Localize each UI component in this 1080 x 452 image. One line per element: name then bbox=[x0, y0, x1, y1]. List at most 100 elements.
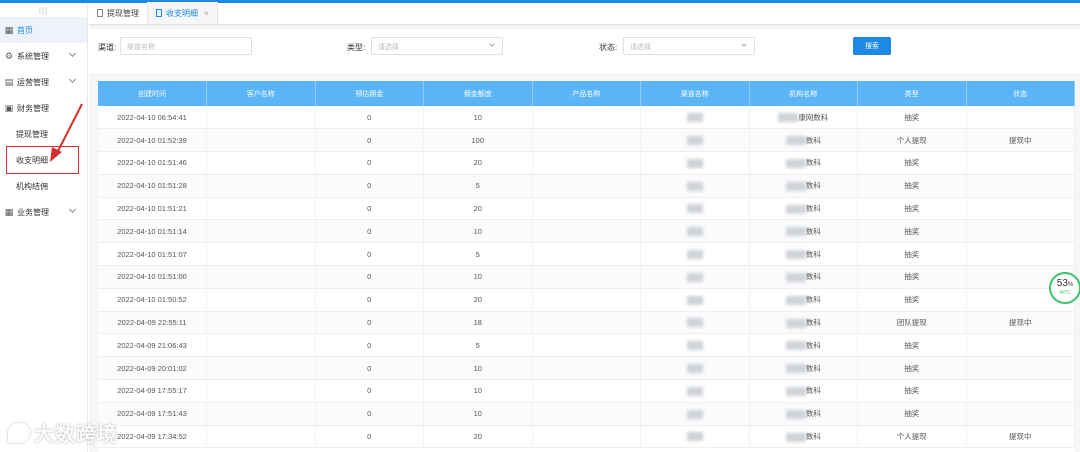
cell-estimated-commission: 0 bbox=[315, 379, 424, 403]
redacted-value bbox=[785, 386, 806, 396]
chevron-down-icon bbox=[741, 41, 747, 47]
redacted-value bbox=[785, 295, 806, 305]
status-select-placeholder: 请选择 bbox=[630, 44, 651, 51]
cell-org-name: 数科 bbox=[749, 311, 858, 335]
cell-estimated-commission: 0 bbox=[315, 219, 424, 244]
cell-org-name: 数科 bbox=[749, 174, 858, 198]
gear-icon: ⚙ bbox=[4, 50, 14, 61]
sidebar-collapse-handle[interactable]: ||| bbox=[0, 3, 87, 17]
cell-product-name bbox=[532, 242, 641, 267]
redacted-value bbox=[686, 432, 703, 442]
cell-estimated-commission: 0 bbox=[315, 311, 424, 335]
channel-input[interactable]: 渠道名称 bbox=[120, 37, 252, 55]
cell-type: 抽奖 bbox=[857, 379, 967, 403]
redacted-value bbox=[686, 272, 703, 282]
table-row[interactable]: 2022-04-10 01:51:07 0 5 数科 抽奖 bbox=[98, 242, 1075, 267]
cell-customer-name bbox=[206, 174, 316, 198]
cell-type: 抽奖 bbox=[857, 265, 967, 289]
cell-commission-amount: 20 bbox=[423, 197, 533, 221]
cell-commission-amount: 5 bbox=[423, 333, 533, 358]
cell-customer-name bbox=[206, 379, 316, 403]
cell-created-time: 2022-04-10 01:51:00 bbox=[98, 265, 207, 289]
redacted-value bbox=[686, 204, 703, 214]
cell-estimated-commission: 0 bbox=[315, 128, 424, 153]
cell-customer-name bbox=[206, 288, 316, 312]
sidebar-subitem-income-expense[interactable]: 收支明细 bbox=[6, 146, 79, 174]
watermark: 大数跨境 bbox=[8, 418, 118, 447]
table-row[interactable]: 2022-04-09 17:34:52 0 20 数科 个人提现 提现中 bbox=[98, 425, 1075, 449]
cell-commission-amount: 10 bbox=[423, 402, 533, 426]
cell-estimated-commission: 0 bbox=[315, 174, 424, 198]
cell-product-name bbox=[532, 174, 641, 198]
table-row[interactable]: 2022-04-10 01:51:14 0 10 数科 抽奖 bbox=[98, 219, 1075, 244]
sidebar-item-home[interactable]: ▦ 首页 bbox=[0, 17, 87, 43]
cell-type: 抽奖 bbox=[857, 333, 967, 358]
redacted-value bbox=[686, 341, 703, 351]
cell-product-name bbox=[532, 219, 641, 244]
table-row[interactable]: 2022-04-10 01:51:46 0 20 数科 抽奖 bbox=[98, 151, 1075, 175]
chevron-down-icon bbox=[489, 41, 495, 47]
table-row[interactable]: 2022-04-10 01:51:28 0 5 数科 抽奖 bbox=[98, 174, 1075, 198]
redacted-value bbox=[686, 181, 703, 191]
sidebar-item-business[interactable]: ▦ 业务管理 bbox=[0, 199, 87, 225]
table-row[interactable]: 2022-04-09 17:51:43 0 10 数科 抽奖 bbox=[98, 402, 1075, 426]
redacted-value bbox=[686, 363, 703, 373]
redacted-value bbox=[785, 204, 806, 214]
cell-channel-name bbox=[640, 288, 750, 312]
table-row[interactable]: 2022-04-10 01:50:52 0 20 数科 抽奖 bbox=[98, 288, 1075, 312]
cell-channel-name bbox=[640, 402, 750, 426]
table-row[interactable]: 2022-04-09 22:55:11 0 18 数科 团队提现 提现中 bbox=[98, 311, 1075, 335]
cell-status bbox=[966, 242, 1075, 267]
table-row[interactable]: 2022-04-10 06:54:41 0 10 康网数科 抽奖 bbox=[98, 106, 1075, 130]
sidebar-item-system[interactable]: ⚙ 系统管理 bbox=[0, 43, 87, 69]
cell-channel-name bbox=[640, 425, 750, 449]
document-icon bbox=[97, 9, 103, 17]
channel-label: 渠道: bbox=[98, 43, 117, 52]
column-header: 预估佣金 bbox=[315, 81, 424, 106]
cell-product-name bbox=[532, 106, 641, 130]
redacted-value bbox=[785, 136, 806, 146]
sidebar-subitem-commission[interactable]: 机构结佣 bbox=[0, 173, 87, 199]
cell-status bbox=[966, 106, 1075, 130]
type-label: 类型: bbox=[347, 43, 366, 52]
table-row[interactable]: 2022-04-09 20:01:02 0 10 数科 抽奖 bbox=[98, 356, 1075, 381]
cell-channel-name bbox=[640, 379, 750, 403]
cell-org-name: 康网数科 bbox=[749, 106, 858, 130]
cell-customer-name bbox=[206, 425, 316, 449]
type-select[interactable]: 请选择 bbox=[371, 37, 503, 55]
redacted-value bbox=[778, 113, 799, 123]
cpu-percent: 53% bbox=[1056, 278, 1074, 289]
org-name-suffix: 数科 bbox=[805, 295, 821, 305]
org-name-suffix: 数科 bbox=[805, 272, 821, 282]
cell-estimated-commission: 0 bbox=[315, 425, 424, 449]
cell-type: 团队提现 bbox=[857, 311, 967, 335]
search-button[interactable]: 搜索 bbox=[853, 37, 891, 55]
cell-commission-amount: 10 bbox=[423, 219, 533, 244]
sidebar-item-operations[interactable]: ▤ 运营管理 bbox=[0, 69, 87, 95]
cell-product-name bbox=[532, 425, 641, 449]
column-header: 创建时间 bbox=[98, 81, 207, 106]
sidebar-item-finance[interactable]: ▣ 财务管理 bbox=[0, 95, 87, 121]
cell-estimated-commission: 0 bbox=[315, 151, 424, 175]
redacted-value bbox=[785, 341, 806, 351]
cell-customer-name bbox=[206, 333, 316, 358]
cell-commission-amount: 10 bbox=[423, 265, 533, 289]
close-icon[interactable]: × bbox=[204, 9, 209, 18]
cell-customer-name bbox=[206, 151, 316, 175]
cell-channel-name bbox=[640, 333, 750, 358]
cell-created-time: 2022-04-09 17:55:17 bbox=[98, 379, 207, 403]
column-header: 客户名称 bbox=[206, 81, 316, 106]
table-row[interactable]: 2022-04-09 17:55:17 0 10 数科 抽奖 bbox=[98, 379, 1075, 403]
cell-product-name bbox=[532, 197, 641, 221]
cell-channel-name bbox=[640, 311, 750, 335]
status-select[interactable]: 请选择 bbox=[623, 37, 755, 55]
sidebar-subitem-withdrawal[interactable]: 提现管理 bbox=[0, 121, 87, 147]
tab-withdrawal[interactable]: 提现管理 bbox=[89, 2, 148, 24]
redacted-value bbox=[785, 227, 806, 237]
table-row[interactable]: 2022-04-10 01:51:21 0 20 数科 抽奖 bbox=[98, 197, 1075, 221]
tab-income-expense[interactable]: 收支明细 × bbox=[148, 2, 218, 24]
table-row[interactable]: 2022-04-10 01:52:39 0 100 数科 个人提现 提现中 bbox=[98, 128, 1075, 153]
performance-badge[interactable]: 53% 44°C bbox=[1049, 272, 1080, 304]
table-row[interactable]: 2022-04-10 01:51:00 0 10 数科 抽奖 bbox=[98, 265, 1075, 289]
table-row[interactable]: 2022-04-09 21:06:43 0 5 数科 抽奖 bbox=[98, 333, 1075, 358]
